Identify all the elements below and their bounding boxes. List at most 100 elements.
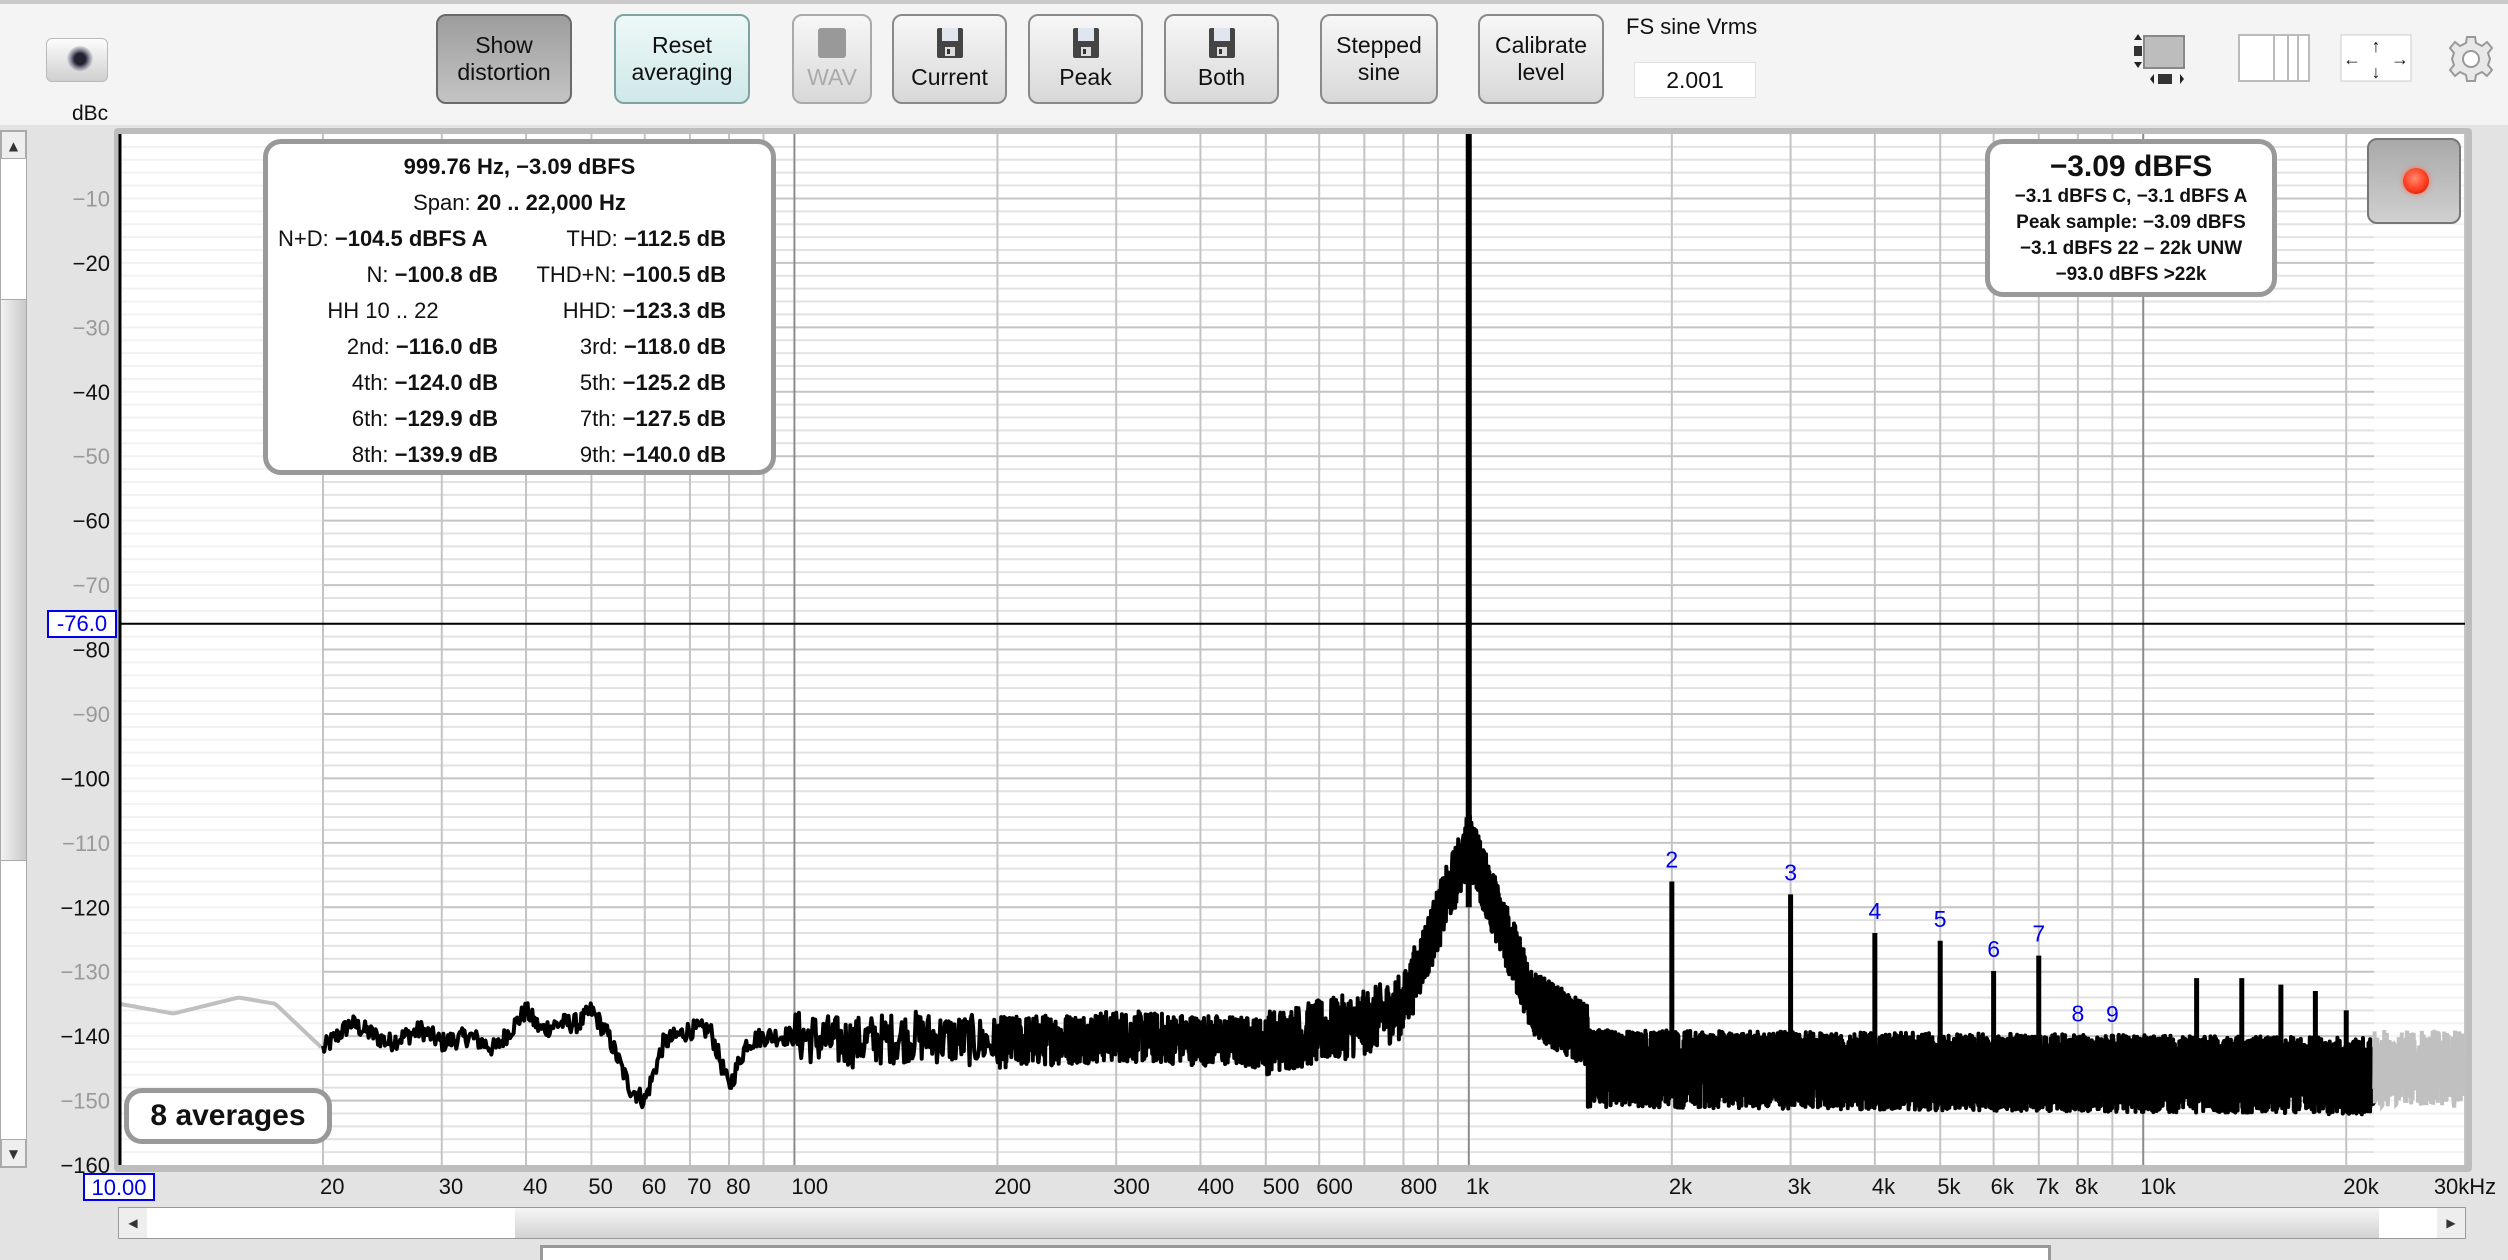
metric-value: −123.3 dB	[622, 298, 726, 323]
x-start-value: 10.00	[91, 1175, 146, 1200]
horizontal-scrollbar[interactable]: ◀ ▶	[118, 1207, 2466, 1239]
metric-label: HH 10 .. 22	[327, 298, 439, 323]
cursor-y-value: -76.0	[57, 611, 107, 636]
span-value: 20 .. 22,000 Hz	[476, 190, 626, 215]
metric-n-d: N+D: −104.5 dBFS A	[278, 226, 488, 252]
level-line-3: −3.1 dBFS 22 – 22k UNW	[2019, 238, 2243, 259]
metric-value: −100.5 dB	[622, 262, 726, 287]
x-tick-label: 60	[642, 1174, 666, 1199]
averages-badge: 8 averages	[124, 1088, 332, 1144]
metric-9th: 9th: −140.0 dB	[580, 442, 726, 468]
level-line-4: −93.0 dBFS >22k	[2055, 264, 2207, 285]
harmonic-label-4: 4	[1868, 898, 1881, 924]
harmonic-label-7: 7	[2032, 921, 2045, 947]
fundamental-readout: 999.76 Hz, −3.09 dBFS	[403, 154, 636, 179]
y-tick-label: −90	[73, 702, 110, 727]
x-tick-label: 30	[439, 1174, 463, 1199]
metric-label: THD+N:	[536, 262, 623, 287]
metric-label: 6th:	[351, 406, 395, 431]
metric-thd: THD: −112.5 dB	[566, 226, 726, 252]
harmonic-label-8: 8	[2071, 1000, 2084, 1026]
metric-2nd: 2nd: −116.0 dB	[268, 334, 498, 360]
y-axis-ticks: −10 −20 −30 −40 −50 −60 −70 −80 −90 −100 −110 −120 −…	[60, 186, 110, 1178]
metric-8th: 8th: −139.9 dB	[268, 442, 498, 468]
level-info-panel: −3.09 dBFS −3.1 dBFS C, −3.1 dBFS A Peak…	[1985, 139, 2277, 297]
x-tick-label: 2k	[1669, 1174, 1693, 1199]
y-tick-label: −120	[60, 895, 110, 920]
record-button[interactable]	[2367, 138, 2461, 224]
y-tick-label: −50	[73, 444, 110, 469]
metric-label: THD:	[566, 226, 624, 251]
y-tick-label: −60	[73, 509, 110, 534]
metric-value: −129.9 dB	[394, 406, 498, 431]
metric-value: −127.5 dB	[622, 406, 726, 431]
span-label: Span:	[413, 190, 471, 215]
x-tick-label: 70	[687, 1174, 711, 1199]
harmonic-label-6: 6	[1987, 936, 2000, 962]
metric-value: −139.9 dB	[394, 442, 498, 467]
record-icon	[2403, 168, 2429, 194]
metric-value: −125.2 dB	[622, 370, 726, 395]
level-line-2: Peak sample: −3.09 dBFS	[2016, 212, 2246, 233]
metric-label: 8th:	[351, 442, 395, 467]
harmonic-label-9: 9	[2106, 1001, 2119, 1027]
metric-label: HHD:	[562, 298, 623, 323]
x-tick-label: 80	[726, 1174, 750, 1199]
metric-value: −140.0 dB	[622, 442, 726, 467]
metric-label: 4th:	[351, 370, 395, 395]
level-line-1: −3.1 dBFS C, −3.1 dBFS A	[2014, 186, 2248, 207]
x-tick-label: 100	[791, 1174, 828, 1199]
metric-value: −112.5 dB	[623, 226, 726, 251]
x-tick-label: 50	[588, 1174, 612, 1199]
metric-3rd: 3rd: −118.0 dB	[580, 334, 726, 360]
y-tick-label: −80	[73, 638, 110, 663]
averages-text: 8 averages	[150, 1099, 306, 1132]
metric-5th: 5th: −125.2 dB	[580, 370, 726, 396]
x-start-readout[interactable]: 10.00	[83, 1173, 155, 1201]
metric-n: N: −100.8 dB	[268, 262, 498, 288]
metric-value: −104.5 dBFS A	[334, 226, 488, 251]
scroll-left-arrow-icon[interactable]: ◀	[119, 1208, 147, 1238]
x-tick-label: 5k	[1937, 1174, 1961, 1199]
y-tick-label: −110	[62, 831, 110, 856]
x-tick-label: 8k	[2075, 1174, 2099, 1199]
harmonic-label-5: 5	[1934, 906, 1947, 932]
x-tick-label: 4k	[1872, 1174, 1896, 1199]
y-tick-label: −40	[73, 380, 110, 405]
y-tick-label: −100	[60, 766, 110, 791]
metric-label: 7th:	[579, 406, 623, 431]
x-tick-label: 500	[1263, 1174, 1300, 1199]
metric-value: −116.0 dB	[395, 334, 498, 359]
x-tick-label: 1k	[1466, 1174, 1490, 1199]
distortion-info-panel: 999.76 Hz, −3.09 dBFS Span: 20 .. 22,000…	[263, 139, 776, 475]
metric-6th: 6th: −129.9 dB	[268, 406, 498, 432]
y-tick-label: −10	[73, 186, 110, 211]
x-tick-label: 300	[1113, 1174, 1150, 1199]
level-main-readout: −3.09 dBFS	[2049, 150, 2213, 183]
horizontal-scroll-track-right[interactable]	[2379, 1208, 2437, 1238]
metric-label: 9th:	[579, 442, 623, 467]
x-tick-label: 600	[1316, 1174, 1353, 1199]
cursor-y-readout[interactable]: -76.0	[47, 610, 117, 638]
metric-thd-n: THD+N: −100.5 dB	[536, 262, 726, 288]
harmonic-label-3: 3	[1784, 859, 1797, 885]
x-tick-label: 3k	[1788, 1174, 1812, 1199]
span-readout: Span: 20 .. 22,000 Hz	[268, 190, 771, 216]
x-tick-label: 20	[320, 1174, 344, 1199]
x-tick-label: 10k	[2140, 1174, 2176, 1199]
horizontal-scroll-track-left[interactable]	[147, 1208, 515, 1238]
metric-label: 3rd:	[579, 334, 624, 359]
metric-hh-10-22: HH 10 .. 22	[268, 298, 498, 324]
metric-hhd: HHD: −123.3 dB	[563, 298, 726, 324]
scroll-right-arrow-icon[interactable]: ▶	[2437, 1208, 2465, 1238]
x-tick-label: 40	[523, 1174, 547, 1199]
x-tick-label: 30kHz	[2434, 1174, 2496, 1199]
metric-7th: 7th: −127.5 dB	[580, 406, 726, 432]
metric-value: −100.8 dB	[394, 262, 498, 287]
metric-label: 2nd:	[346, 334, 396, 359]
metric-value: −118.0 dB	[623, 334, 726, 359]
x-tick-label: 400	[1197, 1174, 1234, 1199]
x-axis-ticks: 20 30 40 50 60 70 80 100 200 300 400 500 600 800 1k 2k 3…	[320, 1174, 2496, 1199]
y-tick-label: −130	[60, 960, 110, 985]
x-tick-label: 7k	[2036, 1174, 2060, 1199]
